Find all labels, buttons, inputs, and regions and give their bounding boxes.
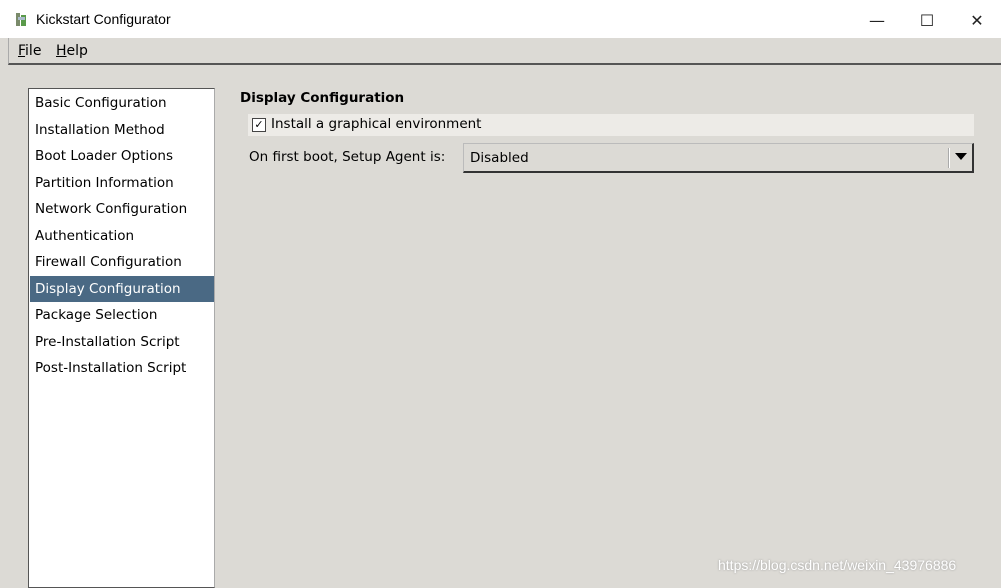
sidebar-item-installation-method[interactable]: Installation Method: [30, 117, 214, 143]
close-button[interactable]: ✕: [957, 6, 997, 34]
setup-agent-dropdown[interactable]: Disabled: [463, 143, 974, 173]
graphical-environment-label[interactable]: Install a graphical environment: [271, 116, 481, 132]
sidebar-item-partition-information[interactable]: Partition Information: [30, 170, 214, 196]
chevron-down-icon[interactable]: [955, 153, 967, 160]
sidebar-item-display-configuration[interactable]: Display Configuration: [30, 275, 214, 302]
window-title: Kickstart Configurator: [36, 11, 171, 27]
graphical-environment-checkbox[interactable]: ✓: [252, 118, 266, 132]
menu-file[interactable]: File: [18, 43, 41, 59]
watermark: https://blog.csdn.net/weixin_43976886: [718, 557, 957, 573]
section-list: Basic Configuration Installation Method …: [28, 88, 215, 588]
menu-bar: File Help: [8, 38, 1001, 65]
graphical-environment-checkbox-row[interactable]: ✓ Install a graphical environment: [248, 114, 974, 136]
sidebar-item-package-selection[interactable]: Package Selection: [30, 302, 214, 328]
sidebar-item-boot-loader-options[interactable]: Boot Loader Options: [30, 143, 214, 169]
section-heading: Display Configuration: [240, 90, 405, 106]
sidebar-item-network-configuration[interactable]: Network Configuration: [30, 196, 214, 222]
dropdown-separator: [948, 148, 950, 168]
setup-agent-label: On first boot, Setup Agent is:: [249, 149, 446, 165]
sidebar-item-firewall-configuration[interactable]: Firewall Configuration: [30, 249, 214, 275]
minimize-button[interactable]: —: [857, 6, 897, 34]
sidebar-item-post-installation-script[interactable]: Post-Installation Script: [30, 355, 214, 381]
sidebar-item-authentication[interactable]: Authentication: [30, 223, 214, 249]
sidebar-item-basic-configuration[interactable]: Basic Configuration: [30, 90, 214, 116]
maximize-button[interactable]: ☐: [907, 6, 947, 34]
sidebar-item-pre-installation-script[interactable]: Pre-Installation Script: [30, 329, 214, 355]
app-icon: [16, 13, 26, 26]
title-bar: Kickstart Configurator — ☐ ✕: [0, 0, 1001, 38]
setup-agent-value: Disabled: [470, 150, 529, 166]
menu-help[interactable]: Help: [56, 43, 88, 59]
